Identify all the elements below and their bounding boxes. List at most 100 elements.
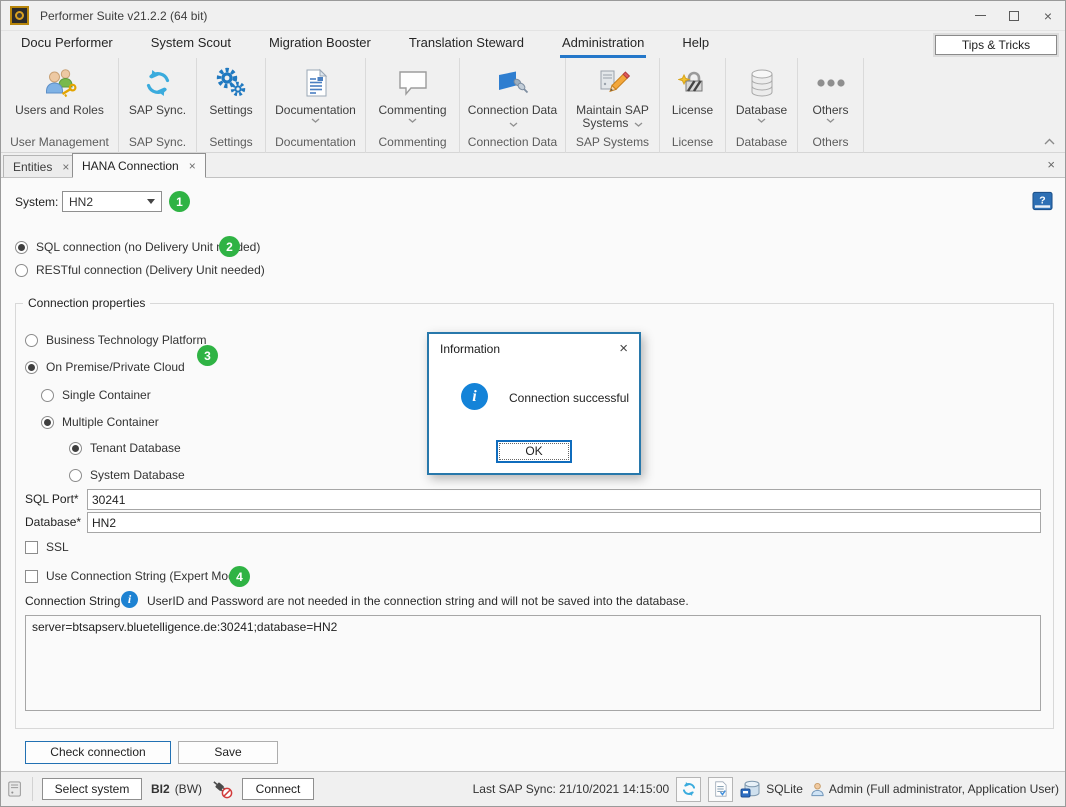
select-system-button[interactable]: Select system (42, 778, 142, 800)
ribbon-group-commenting: Commenting Commenting (366, 58, 460, 153)
ribbon-button-label: Maintain SAP Systems (566, 104, 659, 130)
check-connection-button[interactable]: Check connection (25, 741, 171, 764)
documentation-button[interactable]: Documentation (266, 58, 365, 134)
connection-string-label: Connection String (25, 594, 120, 608)
step-badge-2: 2 (219, 236, 240, 257)
minimize-button[interactable] (963, 1, 997, 30)
tab-close-icon[interactable]: × (189, 159, 196, 173)
menu-translation-steward[interactable]: Translation Steward (407, 31, 526, 58)
users-and-roles-button[interactable]: Users and Roles (1, 58, 118, 134)
collapse-ribbon-button[interactable] (1044, 134, 1055, 148)
commenting-icon (397, 65, 429, 101)
help-button[interactable]: ? (1032, 191, 1053, 214)
sap-sync-icon (143, 65, 173, 101)
ribbon-group-label: Documentation (266, 134, 365, 153)
ribbon-group-label: User Management (1, 134, 118, 153)
menu-help[interactable]: Help (680, 31, 711, 58)
tab-hana-connection[interactable]: HANA Connection × (72, 153, 206, 178)
maximize-button[interactable] (997, 1, 1031, 30)
ssl-checkbox[interactable] (25, 541, 38, 554)
database-button[interactable]: Database (726, 58, 797, 134)
radio-on-premise-private-cloud[interactable]: On Premise/Private Cloud (25, 360, 185, 374)
others-button[interactable]: Others (798, 58, 863, 134)
menu-system-scout[interactable]: System Scout (149, 31, 233, 58)
chevron-down-icon (634, 122, 643, 127)
database-icon (748, 65, 776, 101)
document-tab-strip: Entities × HANA Connection × × (1, 153, 1065, 178)
close-icon: × (1044, 8, 1052, 24)
ribbon-button-label: Users and Roles (13, 104, 106, 117)
users-roles-icon (42, 65, 78, 101)
radio-icon (15, 264, 28, 277)
ribbon-group-label: Database (726, 134, 797, 153)
radio-restful-connection[interactable]: RESTful connection (Delivery Unit needed… (15, 263, 265, 277)
connect-button[interactable]: Connect (242, 778, 314, 800)
ribbon: Users and Roles User Management SAP Syn (1, 58, 1065, 153)
dialog-close-icon[interactable]: × (619, 340, 628, 357)
chevron-down-icon (757, 118, 766, 123)
current-system-name: BI2 (151, 782, 170, 796)
radio-multiple-container[interactable]: Multiple Container (41, 415, 159, 429)
radio-icon (25, 334, 38, 347)
sync-report-button[interactable] (708, 777, 733, 802)
sap-sync-button[interactable]: SAP Sync. (119, 58, 196, 134)
radio-system-database[interactable]: System Database (69, 468, 185, 482)
user-icon (810, 782, 825, 797)
ribbon-group-label: SAP Sync. (119, 134, 196, 153)
window-title: Performer Suite v21.2.2 (64 bit) (40, 9, 207, 23)
maintain-sap-systems-button[interactable]: Maintain SAP Systems (566, 58, 659, 134)
database-engine-label: SQLite (766, 782, 803, 796)
refresh-sync-button[interactable] (676, 777, 701, 802)
info-icon: i (121, 591, 138, 608)
expert-mode-checkbox-row[interactable]: Use Connection String (Expert Mode) (25, 569, 245, 583)
ribbon-group-database: Database Database (726, 58, 798, 153)
chevron-down-icon (509, 122, 518, 127)
ssl-checkbox-row[interactable]: SSL (25, 540, 69, 554)
expert-mode-checkbox[interactable] (25, 570, 38, 583)
ribbon-group-label: Others (798, 134, 863, 153)
information-icon: i (461, 383, 488, 410)
menu-docu-performer[interactable]: Docu Performer (19, 31, 115, 58)
database-label: Database* (25, 515, 81, 529)
commenting-button[interactable]: Commenting (366, 58, 459, 134)
ribbon-group-documentation: Documentation Documentation (266, 58, 366, 153)
radio-business-technology-platform[interactable]: Business Technology Platform (25, 333, 207, 347)
connection-string-note: UserID and Password are not needed in th… (147, 594, 689, 608)
ribbon-group-connection-data: Connection Data Connection Data (460, 58, 566, 153)
database-input[interactable] (87, 512, 1041, 533)
ribbon-button-label: Documentation (273, 104, 358, 117)
connection-string-textarea[interactable]: server=btsapserv.bluetelligence.de:30241… (25, 615, 1041, 711)
radio-icon (25, 361, 38, 374)
step-badge-3: 3 (197, 345, 218, 366)
radio-single-container[interactable]: Single Container (41, 388, 151, 402)
system-select[interactable]: HN2 (62, 191, 162, 212)
app-window: Performer Suite v21.2.2 (64 bit) × Docu … (0, 0, 1066, 807)
disconnected-icon (211, 779, 233, 799)
ribbon-button-label: Commenting (376, 104, 448, 117)
dialog-ok-button[interactable]: OK (496, 440, 572, 463)
tab-entities[interactable]: Entities × (3, 155, 79, 177)
radio-tenant-database[interactable]: Tenant Database (69, 441, 181, 455)
ribbon-button-label: Database (734, 104, 789, 117)
app-logo-icon (10, 6, 29, 25)
step-badge-4: 4 (229, 566, 250, 587)
refresh-icon (681, 781, 697, 797)
last-sap-sync-label: Last SAP Sync: 21/10/2021 14:15:00 (473, 782, 670, 796)
menu-migration-booster[interactable]: Migration Booster (267, 31, 373, 58)
documentation-icon (303, 65, 329, 101)
menu-administration[interactable]: Administration (560, 31, 646, 58)
sqlite-database-icon (740, 780, 762, 798)
save-button[interactable]: Save (178, 741, 278, 764)
license-button[interactable]: License (660, 58, 725, 134)
settings-button[interactable]: Settings (197, 58, 265, 134)
ribbon-button-label: Others (810, 104, 850, 117)
dialog-title: Information (440, 342, 500, 356)
tips-and-tricks-button[interactable]: Tips & Tricks (935, 35, 1057, 55)
tab-close-icon[interactable]: × (62, 160, 69, 174)
sql-port-input[interactable] (87, 489, 1041, 510)
ribbon-group-settings: Settings Settings (197, 58, 266, 153)
close-button[interactable]: × (1031, 1, 1065, 30)
tabstrip-close-icon[interactable]: × (1047, 157, 1055, 172)
connection-data-button[interactable]: Connection Data (460, 58, 565, 134)
dialog-message: Connection successful (509, 391, 629, 405)
